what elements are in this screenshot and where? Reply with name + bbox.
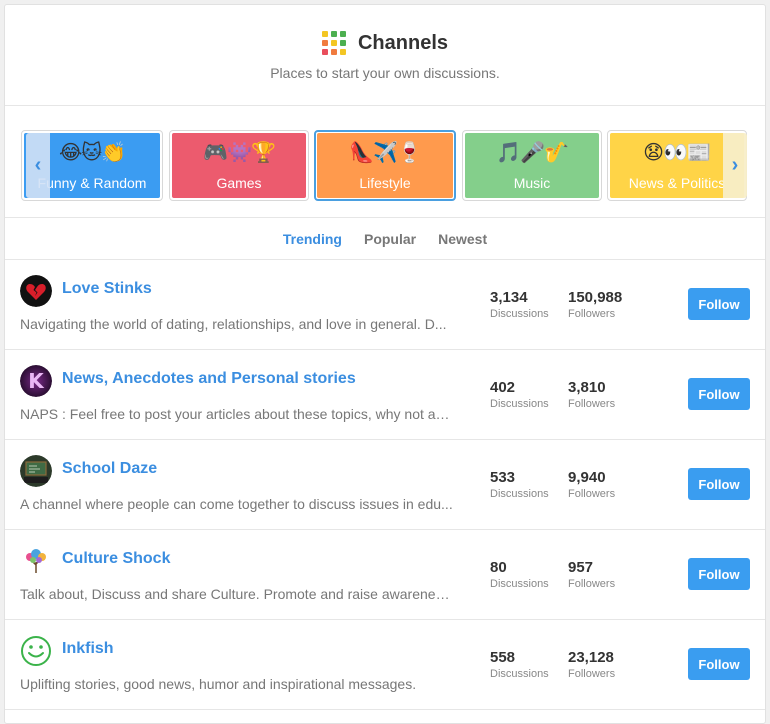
category-emojis: 👠✈️🍷 — [349, 142, 422, 164]
category-emojis: 🎵🎤🎷 — [496, 142, 569, 164]
grid-cell — [339, 40, 346, 46]
channel-description: Uplifting stories, good news, humor and … — [20, 676, 417, 692]
followers-label: Followers — [568, 308, 616, 320]
followers-count: 957 — [568, 559, 594, 576]
grid-cell — [330, 31, 337, 37]
grid-icon — [321, 31, 346, 55]
channel-name-link[interactable]: Culture Shock — [62, 550, 170, 568]
followers-label: Followers — [568, 578, 616, 590]
channel-row: Culture Shock Talk about, Discuss and sh… — [5, 530, 765, 620]
page-title: Channels — [357, 31, 449, 54]
follow-button[interactable]: Follow — [688, 288, 750, 320]
discussions-label: Discussions — [490, 668, 549, 680]
followers-count: 3,810 — [568, 379, 606, 396]
channel-description: A channel where people can come together… — [20, 496, 453, 512]
grid-cell — [321, 40, 328, 46]
broken-heart-icon[interactable] — [20, 275, 52, 307]
channel-row: School Daze A channel where people can c… — [5, 440, 765, 530]
smiley-icon[interactable] — [20, 635, 52, 667]
discussions-stat: 558 Discussions — [490, 649, 549, 680]
channels-panel: Channels Places to start your own discus… — [4, 4, 766, 724]
discussions-label: Discussions — [490, 398, 549, 410]
discussions-count: 533 — [490, 469, 516, 486]
followers-stat: 9,940 Followers — [568, 469, 615, 500]
category-card-body: 👠✈️🍷 Lifestyle — [317, 133, 453, 198]
followers-label: Followers — [568, 398, 616, 410]
carousel-prev-button[interactable]: ‹ — [26, 133, 50, 198]
grid-cell — [330, 49, 337, 55]
category-card-games[interactable]: 🎮👾🏆 Games — [169, 130, 309, 201]
category-card-body: 🎮👾🏆 Games — [172, 133, 306, 198]
grid-cell — [339, 49, 346, 55]
channel-name-link[interactable]: Inkfish — [62, 640, 114, 658]
follow-button[interactable]: Follow — [688, 648, 750, 680]
grid-cell — [330, 40, 337, 46]
page-subtitle: Places to start your own discussions. — [270, 65, 500, 81]
follow-button[interactable]: Follow — [688, 378, 750, 410]
tab-trending[interactable]: Trending — [283, 231, 342, 247]
discussions-stat: 80 Discussions — [490, 559, 549, 590]
channel-description: Talk about, Discuss and share Culture. P… — [20, 586, 454, 602]
category-label: Games — [216, 175, 262, 191]
discussions-stat: 533 Discussions — [490, 469, 549, 500]
grid-cell — [339, 31, 346, 37]
channel-description: NAPS : Feel free to post your articles a… — [20, 406, 454, 422]
carousel-next-button[interactable]: › — [723, 133, 747, 198]
chevron-left-icon: ‹ — [34, 154, 42, 176]
category-label: Lifestyle — [359, 175, 411, 191]
channel-description: Navigating the world of dating, relation… — [20, 316, 447, 332]
discussions-stat: 3,134 Discussions — [490, 289, 549, 320]
title-row: Channels — [5, 31, 765, 55]
channels-header: Channels Places to start your own discus… — [5, 5, 765, 106]
channel-row: K News, Anecdotes and Personal stories N… — [5, 350, 765, 440]
grid-cell — [321, 31, 328, 37]
category-card-lifestyle[interactable]: 👠✈️🍷 Lifestyle — [314, 130, 456, 201]
discussions-label: Discussions — [490, 578, 549, 590]
discussions-count: 3,134 — [490, 289, 528, 306]
discussions-stat: 402 Discussions — [490, 379, 549, 410]
followers-count: 23,128 — [568, 649, 614, 666]
follow-button[interactable]: Follow — [688, 558, 750, 590]
category-emojis: 🎮👾🏆 — [203, 142, 276, 164]
chevron-right-icon: › — [731, 154, 739, 176]
followers-stat: 150,988 Followers — [568, 289, 622, 320]
discussions-count: 402 — [490, 379, 516, 396]
discussions-count: 80 — [490, 559, 507, 576]
channel-row: Inkfish Uplifting stories, good news, hu… — [5, 620, 765, 710]
svg-text:K: K — [28, 369, 45, 393]
category-label: Music — [513, 175, 551, 191]
tab-newest[interactable]: Newest — [438, 231, 487, 247]
followers-count: 9,940 — [568, 469, 606, 486]
category-card-music[interactable]: 🎵🎤🎷 Music — [462, 130, 602, 201]
followers-stat: 957 Followers — [568, 559, 615, 590]
channel-row: Love Stinks Navigating the world of dati… — [5, 260, 765, 350]
discussions-label: Discussions — [490, 488, 549, 500]
followers-label: Followers — [568, 668, 616, 680]
followers-stat: 23,128 Followers — [568, 649, 615, 680]
discussions-label: Discussions — [490, 308, 549, 320]
followers-count: 150,988 — [568, 289, 623, 306]
category-card-body: 🎵🎤🎷 Music — [465, 133, 599, 198]
follow-button[interactable]: Follow — [688, 468, 750, 500]
tab-popular[interactable]: Popular — [364, 231, 416, 247]
category-carousel: 😂🐱👏 Funny & Random 🎮👾🏆 Games 👠✈️🍷 Lifest… — [5, 106, 765, 218]
chalkboard-icon[interactable] — [20, 455, 52, 487]
channel-name-link[interactable]: Love Stinks — [62, 280, 152, 298]
channel-list: Love Stinks Navigating the world of dati… — [5, 260, 765, 710]
grid-cell — [321, 49, 328, 55]
letter-k-icon[interactable]: K — [20, 365, 52, 397]
sort-tabs: Trending Popular Newest — [5, 218, 765, 260]
channel-name-link[interactable]: School Daze — [62, 460, 157, 478]
followers-stat: 3,810 Followers — [568, 379, 615, 410]
followers-label: Followers — [568, 488, 616, 500]
discussions-count: 558 — [490, 649, 516, 666]
channel-name-link[interactable]: News, Anecdotes and Personal stories — [62, 370, 356, 388]
tree-icon[interactable] — [20, 545, 52, 577]
